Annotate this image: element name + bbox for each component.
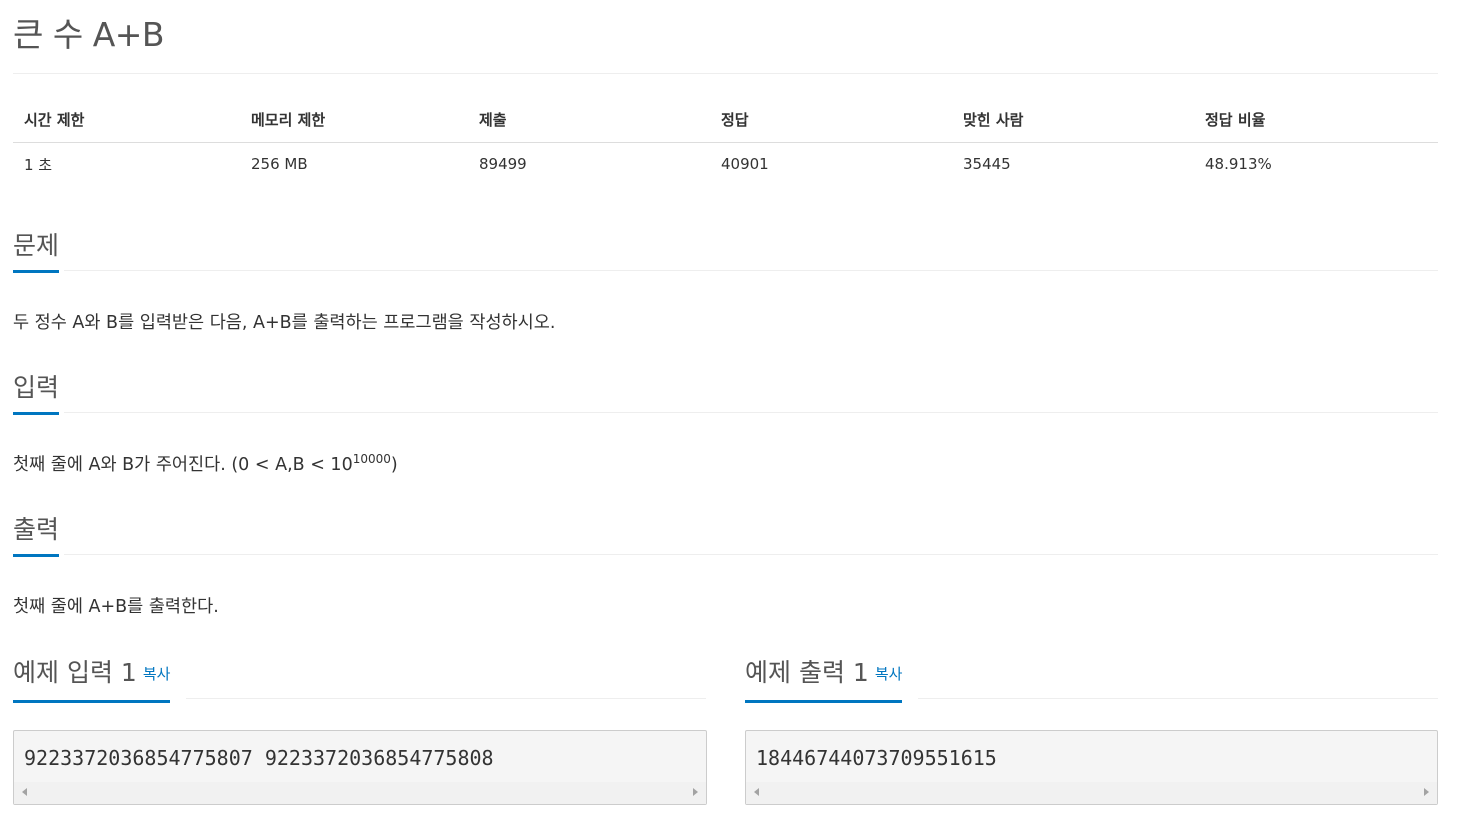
- sample-output-heading: 예제 출력 1: [745, 658, 869, 687]
- problem-description: 두 정수 A와 B를 입력받은 다음, A+B를 출력하는 프로그램을 작성하시…: [13, 313, 556, 333]
- scroll-right-icon[interactable]: [693, 788, 698, 796]
- sample-input-heading-group: 예제 입력 1 복사: [13, 653, 171, 703]
- input-description-text: 첫째 줄에 A와 B가 주어진다. (0 < A,B < 10: [13, 455, 353, 475]
- scroll-left-icon[interactable]: [754, 788, 759, 796]
- scroll-left-icon[interactable]: [22, 788, 27, 796]
- input-section-divider: [64, 412, 1438, 413]
- time-limit-header: 시간 제한: [13, 97, 240, 143]
- memory-limit-header: 메모리 제한: [240, 97, 468, 143]
- output-description: 첫째 줄에 A+B를 출력한다.: [13, 597, 219, 617]
- problem-title: 큰 수 A+B: [13, 15, 165, 54]
- accept-ratio-value: 48.913%: [1205, 155, 1272, 174]
- sample-output-divider: [918, 698, 1438, 699]
- solved-users-header: 맞힌 사람: [952, 97, 1194, 143]
- stats-value-row: 1 초 256 MB 89499 40901 35445 48.913%: [13, 142, 1438, 186]
- sample-input-copy-link[interactable]: 복사: [143, 665, 171, 683]
- problem-section-divider: [64, 270, 1438, 271]
- input-exponent: 10000: [352, 452, 391, 467]
- scroll-right-icon[interactable]: [1424, 788, 1429, 796]
- sample-input-header: 예제 입력 1 복사: [13, 653, 171, 703]
- output-section-header: 출력: [13, 510, 60, 557]
- sample-output-copy-link[interactable]: 복사: [875, 665, 903, 683]
- output-section-heading: 출력: [13, 510, 60, 557]
- sample-output-code[interactable]: 18446744073709551615: [756, 746, 997, 770]
- input-section-header: 입력: [13, 368, 60, 415]
- sample-output-header: 예제 출력 1 복사: [745, 653, 903, 703]
- solved-users-value: 35445: [963, 155, 1011, 174]
- output-section-divider: [64, 554, 1438, 555]
- time-limit-value: 1 초: [24, 155, 53, 174]
- sample-input-box[interactable]: 9223372036854775807 9223372036854775808: [13, 730, 707, 805]
- sample-output-heading-group: 예제 출력 1 복사: [745, 653, 903, 703]
- stats-header-row: 시간 제한 메모리 제한 제출 정답 맞힌 사람 정답 비율: [13, 97, 1438, 143]
- memory-limit-value: 256 MB: [251, 155, 308, 174]
- problem-section-header: 문제: [13, 226, 60, 273]
- input-description-end: ): [390, 455, 398, 475]
- submissions-header: 제출: [468, 97, 710, 143]
- accepted-header: 정답: [710, 97, 952, 143]
- input-section-heading: 입력: [13, 368, 60, 415]
- sample-input-scrollbar[interactable]: [14, 782, 706, 804]
- accepted-value: 40901: [721, 155, 769, 174]
- accept-ratio-header: 정답 비율: [1194, 97, 1438, 143]
- sample-output-box[interactable]: 18446744073709551615: [745, 730, 1438, 805]
- title-divider: [13, 73, 1438, 74]
- problem-stats-table: 시간 제한 메모리 제한 제출 정답 맞힌 사람 정답 비율 1 초 256 M…: [13, 97, 1438, 186]
- sample-input-code[interactable]: 9223372036854775807 9223372036854775808: [24, 746, 494, 770]
- sample-input-divider: [186, 698, 706, 699]
- sample-output-scrollbar[interactable]: [746, 782, 1437, 804]
- sample-input-heading: 예제 입력 1: [13, 658, 137, 687]
- input-description: 첫째 줄에 A와 B가 주어진다. (0 < A,B < 1010000): [13, 451, 398, 476]
- problem-section-heading: 문제: [13, 226, 60, 273]
- submissions-value: 89499: [479, 155, 527, 174]
